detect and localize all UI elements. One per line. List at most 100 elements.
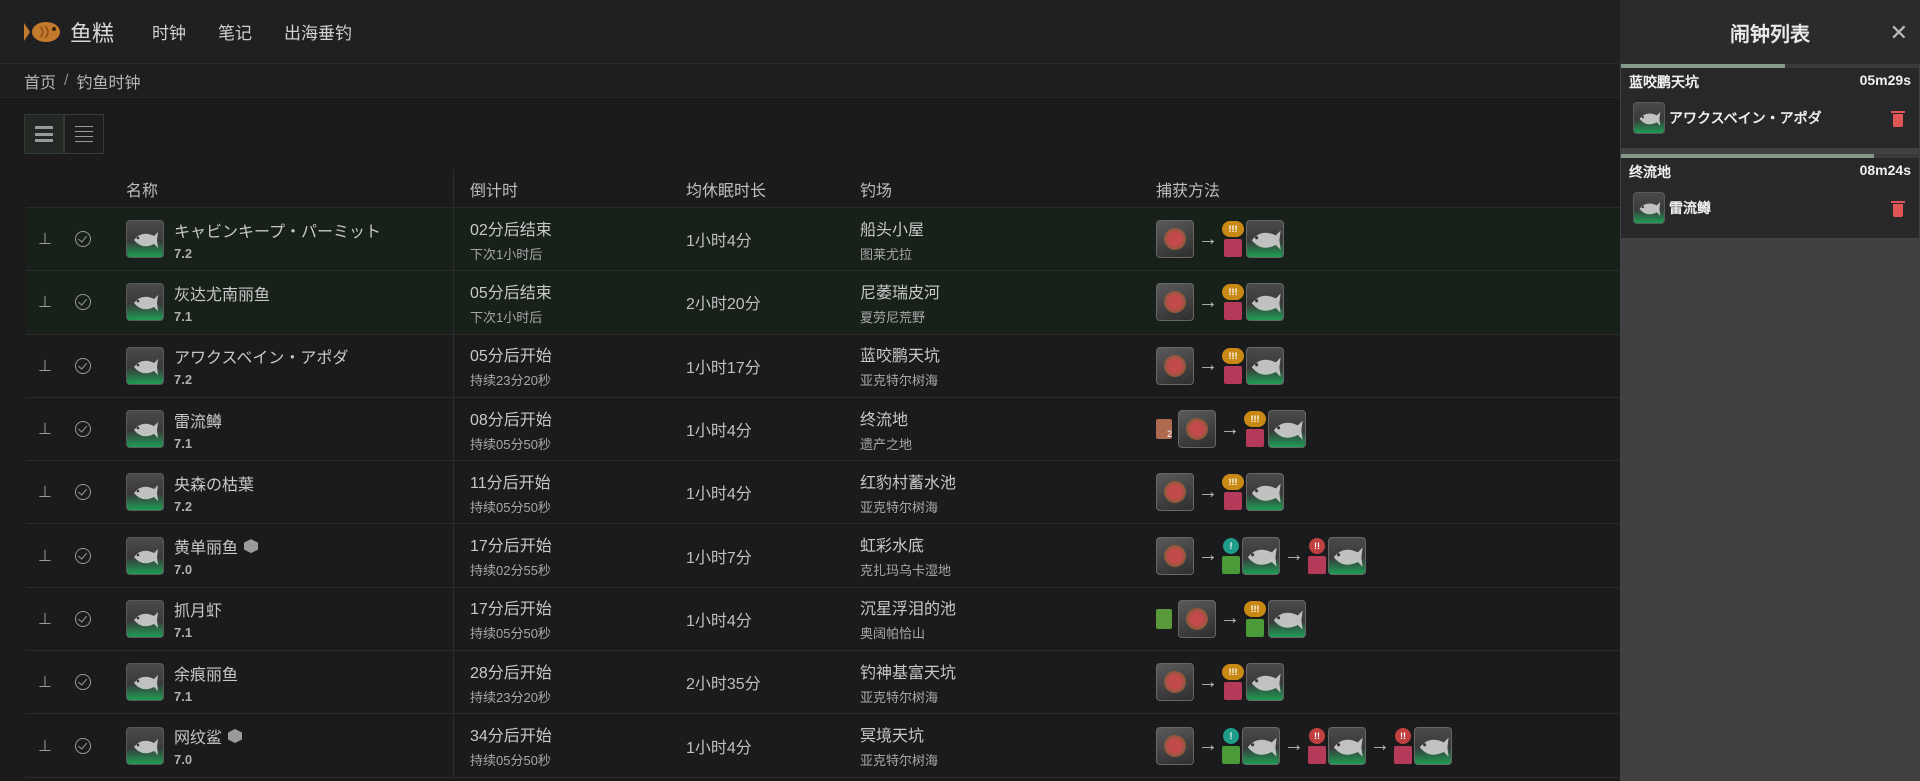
table-row[interactable]: ⊥ 灰达尤南丽鱼 7.1 05分后结束 下次1小时后 2小时20分 尼萎瑞皮河 夏劳尼荒野 →!… xyxy=(26,271,1620,335)
hookset-icon xyxy=(1224,239,1242,258)
pin-icon[interactable]: ⊥ xyxy=(38,672,52,692)
alarm-item: 蓝咬鹏天坑 05m29s アワクスベイン・アポダ xyxy=(1621,64,1919,148)
mooch-fish-icon[interactable] xyxy=(1246,346,1284,385)
bait-icon[interactable] xyxy=(1156,346,1194,385)
mooch-fish-icon[interactable] xyxy=(1328,536,1366,575)
bait-icon[interactable] xyxy=(1156,473,1194,512)
alarm-time: 08m24s xyxy=(1859,162,1911,178)
mooch-fish-icon[interactable] xyxy=(1242,536,1280,575)
complete-check-icon[interactable] xyxy=(75,737,91,754)
fishing-spot[interactable]: 终流地 xyxy=(860,406,1150,430)
complete-check-icon[interactable] xyxy=(75,547,91,564)
fish-icon xyxy=(126,599,164,638)
complete-check-icon[interactable] xyxy=(75,294,91,311)
table-row[interactable]: ⊥ アワクスベイン・アポダ 7.2 05分后开始 持续23分20秒 1小时17分 蓝咬鹏天坑… xyxy=(26,334,1620,398)
fish-name[interactable]: 抓月虾 xyxy=(174,597,222,621)
mooch-fish-icon[interactable] xyxy=(1246,473,1284,512)
mooch-fish-icon[interactable] xyxy=(1268,410,1306,449)
mooch-fish-icon[interactable] xyxy=(1414,726,1452,765)
tug-badge: !!! xyxy=(1222,664,1244,681)
table-row[interactable]: ⊥ 余痕丽鱼 7.1 28分后开始 持续23分20秒 2小时35分 钓神基富天坑 亚克特尔树海… xyxy=(26,651,1620,715)
fish-name[interactable]: 网纹鲨 xyxy=(174,724,222,748)
delete-trash-icon[interactable] xyxy=(1891,199,1905,217)
hookset-icon xyxy=(1222,745,1240,764)
arrow-right-icon: → xyxy=(1198,227,1218,250)
hook-info: !!! xyxy=(1222,347,1244,384)
complete-check-icon[interactable] xyxy=(75,484,91,501)
mooch-fish-icon[interactable] xyxy=(1328,726,1366,765)
fish-name[interactable]: 黄单丽鱼 xyxy=(174,534,238,558)
fish-name[interactable]: キャビンキープ・パーミット xyxy=(174,218,381,242)
bait-icon[interactable] xyxy=(1178,410,1216,449)
mooch-fish-icon[interactable] xyxy=(1246,220,1284,259)
mooch-fish-icon[interactable] xyxy=(1242,726,1280,765)
fishing-spot[interactable]: 尼萎瑞皮河 xyxy=(860,279,1150,303)
pin-icon[interactable]: ⊥ xyxy=(38,419,52,439)
fish-icon xyxy=(126,283,164,322)
table-row[interactable]: ⊥ 雷流鳟 7.1 08分后开始 持续05分50秒 1小时4分 终流地 遗产之地 2 →!!! xyxy=(26,397,1620,462)
fishing-spot[interactable]: 虹彩水底 xyxy=(860,532,1150,556)
pin-icon[interactable]: ⊥ xyxy=(38,292,52,312)
pin-icon[interactable]: ⊥ xyxy=(38,229,52,249)
fish-name[interactable]: 灰达尤南丽鱼 xyxy=(174,281,270,305)
spot-region: 夏劳尼荒野 xyxy=(860,309,926,325)
nav-notes[interactable]: 笔记 xyxy=(218,19,252,44)
table-row[interactable]: ⊥ 网纹鲨 7.0 34分后开始 持续05分50秒 1小时4分 冥境天坑 亚克特尔树海 →! →!… xyxy=(26,714,1620,778)
view-compact-button[interactable] xyxy=(64,114,104,154)
fishing-spot[interactable]: 冥境天坑 xyxy=(860,722,1150,746)
complete-check-icon[interactable] xyxy=(75,421,91,438)
mooch-fish-icon[interactable] xyxy=(1268,599,1306,638)
table-row[interactable]: ⊥ 抓月虾 7.1 17分后开始 持续05分50秒 1小时4分 沉星浮泪的池 奥阔帕恰山 →!!… xyxy=(26,587,1620,652)
bait-icon[interactable] xyxy=(1178,599,1216,638)
view-normal-button[interactable] xyxy=(24,114,64,154)
pin-icon[interactable]: ⊥ xyxy=(38,356,52,376)
header-countdown: 倒计时 xyxy=(470,182,519,200)
alarm-fish-name: アワクスベイン・アポダ xyxy=(1669,110,1822,126)
bait-icon[interactable] xyxy=(1156,283,1194,322)
table-row[interactable]: ⊥ 央森の枯葉 7.2 11分后开始 持续05分50秒 1小时4分 红豹村蓄水池 亚克特尔树海… xyxy=(26,461,1620,525)
tug-badge: ! xyxy=(1223,537,1239,554)
close-icon[interactable]: ✕ xyxy=(1890,20,1908,46)
table-row[interactable]: ⊥ キャビンキープ・パーミット 7.2 02分后结束 下次1小时后 1小时4分 船头小屋 图莱… xyxy=(26,208,1620,272)
delete-trash-icon[interactable] xyxy=(1891,109,1905,127)
table-row[interactable]: ⊥ 黄单丽鱼 7.0 17分后开始 持续02分55秒 1小时7分 虹彩水底 克扎玛乌卡湿地 →!… xyxy=(26,524,1620,588)
nav-clock[interactable]: 时钟 xyxy=(152,19,186,44)
complete-check-icon[interactable] xyxy=(75,610,91,627)
tug-badge: ! xyxy=(1223,727,1239,744)
fish-name[interactable]: 雷流鳟 xyxy=(174,408,222,432)
bait-icon[interactable] xyxy=(1156,726,1194,765)
fish-name[interactable]: 央森の枯葉 xyxy=(174,471,254,495)
pin-icon[interactable]: ⊥ xyxy=(38,482,52,502)
fishing-spot[interactable]: 船头小屋 xyxy=(860,216,1150,240)
fish-version: 7.2 xyxy=(174,498,193,514)
bait-icon[interactable] xyxy=(1156,663,1194,702)
fish-name[interactable]: 余痕丽鱼 xyxy=(174,661,238,685)
pin-icon[interactable]: ⊥ xyxy=(38,546,52,566)
fishing-spot[interactable]: 红豹村蓄水池 xyxy=(860,469,1150,493)
bait-count-icon: 2 xyxy=(1156,419,1172,440)
hook-info: !!! xyxy=(1222,474,1244,511)
bait-icon[interactable] xyxy=(1156,536,1194,575)
fish-icon xyxy=(126,726,164,765)
complete-check-icon[interactable] xyxy=(75,357,91,374)
avg-duration: 1小时7分 xyxy=(686,549,752,567)
fishing-spot[interactable]: 沉星浮泪的池 xyxy=(860,595,1150,619)
catch-method: 2 →!!! xyxy=(1150,410,1620,449)
pin-icon[interactable]: ⊥ xyxy=(38,736,52,756)
mooch-fish-icon[interactable] xyxy=(1246,663,1284,702)
pin-icon[interactable]: ⊥ xyxy=(38,609,52,629)
spot-region: 克扎玛乌卡湿地 xyxy=(860,563,952,579)
complete-check-icon[interactable] xyxy=(75,674,91,691)
mooch-fish-icon[interactable] xyxy=(1246,283,1284,322)
fishing-spot[interactable]: 钓神基富天坑 xyxy=(860,659,1150,683)
logo[interactable]: 鱼糕 xyxy=(24,16,136,48)
countdown-text: 08分后开始 xyxy=(470,411,552,429)
fish-name[interactable]: アワクスベイン・アポダ xyxy=(174,344,348,368)
bait-icon[interactable] xyxy=(1156,220,1194,259)
countdown-text: 34分后开始 xyxy=(470,728,552,746)
breadcrumb-home[interactable]: 首页 xyxy=(24,69,56,93)
nav-ocean-fishing[interactable]: 出海垂钓 xyxy=(284,19,352,44)
logo-text: 鱼糕 xyxy=(70,20,115,46)
fishing-spot[interactable]: 蓝咬鹏天坑 xyxy=(860,342,1150,366)
complete-check-icon[interactable] xyxy=(75,231,91,248)
